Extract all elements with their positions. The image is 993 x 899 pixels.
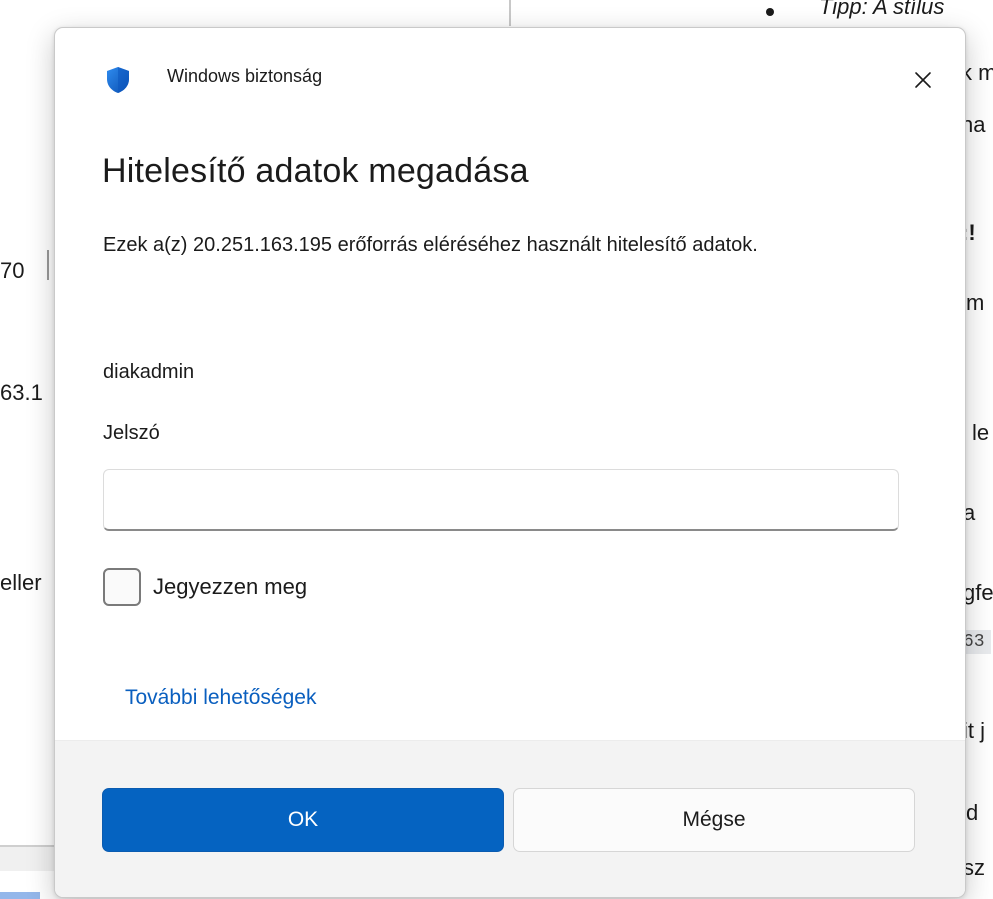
- close-button[interactable]: [903, 60, 943, 100]
- close-icon: [915, 72, 931, 88]
- background-text-fragment: m: [966, 290, 985, 315]
- dialog-titlebar: Windows biztonság: [55, 28, 965, 124]
- background-bullet-icon: [766, 8, 774, 16]
- remember-me-checkbox[interactable]: Jegyezzen meg: [103, 568, 307, 606]
- dialog-app-title: Windows biztonság: [167, 66, 323, 86]
- dialog-heading: Hitelesítő adatok megadása: [102, 152, 529, 190]
- background-divider-mark: [47, 250, 49, 280]
- background-text-fragment: it j: [963, 718, 985, 743]
- background-text-fragment: eller: [0, 570, 42, 595]
- remember-me-label[interactable]: Jegyezzen meg: [153, 574, 307, 600]
- background-text-fragment: d: [966, 800, 979, 825]
- background-strip: [0, 847, 60, 871]
- cancel-button[interactable]: Mégse: [513, 788, 915, 852]
- background-text-fragment: sz: [963, 855, 985, 880]
- background-text-fragment: Tipp: A stílus: [819, 0, 945, 19]
- shield-icon: [107, 67, 129, 93]
- more-options-link[interactable]: További lehetőségek: [125, 686, 316, 710]
- dialog-description: Ezek a(z) 20.251.163.195 erőforrás eléré…: [103, 234, 758, 256]
- background-text-fragment: 70: [0, 258, 25, 283]
- background-text-fragment: gfe: [963, 580, 993, 605]
- password-field[interactable]: [103, 469, 899, 531]
- background-text-fragment: 63.1: [0, 380, 43, 405]
- ok-button[interactable]: OK: [102, 788, 504, 852]
- credential-dialog: Windows biztonság Hitelesítő adatok mega…: [54, 27, 966, 898]
- password-label: Jelszó: [103, 422, 160, 444]
- background-link-fragment: [0, 892, 40, 899]
- username-text: diakadmin: [103, 361, 195, 383]
- checkbox-box[interactable]: [103, 568, 141, 606]
